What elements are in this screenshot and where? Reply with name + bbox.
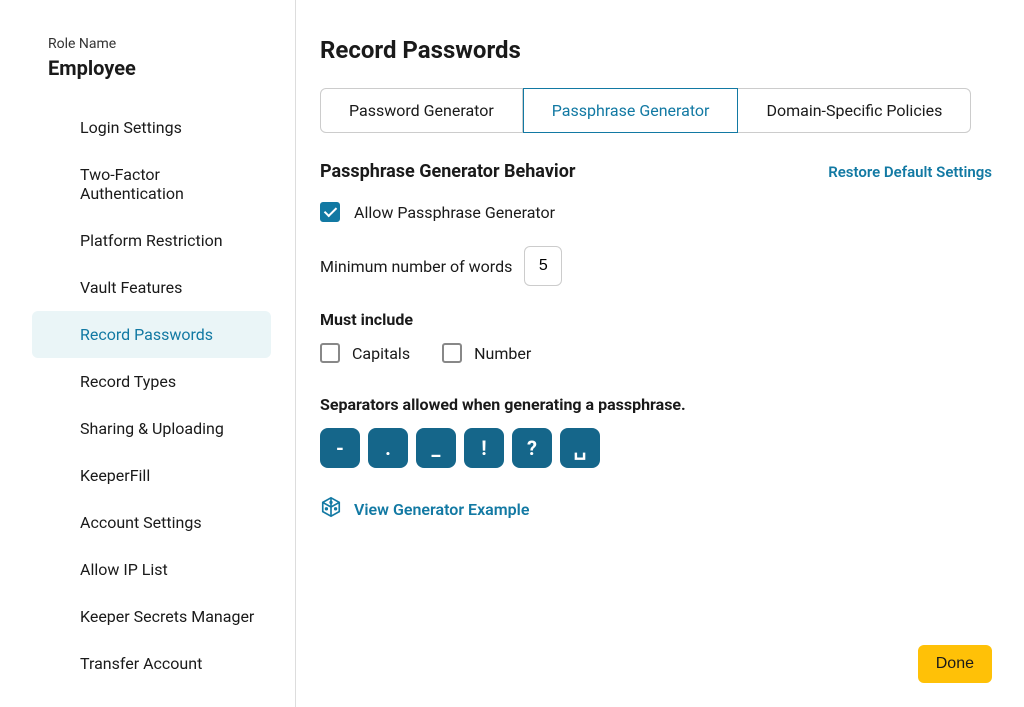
allow-passphrase-checkbox[interactable] — [320, 202, 340, 222]
page-title: Record Passwords — [320, 36, 992, 64]
separator-space[interactable]: ␣ — [560, 428, 600, 468]
separators-label: Separators allowed when generating a pas… — [320, 395, 992, 414]
sidebar-item-record-types[interactable]: Record Types — [32, 358, 271, 405]
sidebar-item-sharing-uploading[interactable]: Sharing & Uploading — [32, 405, 271, 452]
number-checkbox[interactable] — [442, 343, 462, 363]
sidebar-item-keeperfill[interactable]: KeeperFill — [32, 452, 271, 499]
sidebar-item-account-settings[interactable]: Account Settings — [32, 499, 271, 546]
separator-underscore[interactable]: _ — [416, 428, 456, 468]
restore-default-link[interactable]: Restore Default Settings — [828, 163, 992, 181]
allow-passphrase-row: Allow Passphrase Generator — [320, 202, 992, 222]
capitals-checkbox[interactable] — [320, 343, 340, 363]
role-header: Role Name Employee — [0, 36, 295, 80]
tab-domain-specific-policies[interactable]: Domain-Specific Policies — [738, 88, 971, 133]
sidebar-item-record-passwords[interactable]: Record Passwords — [32, 311, 271, 358]
number-label: Number — [474, 344, 531, 363]
role-label: Role Name — [48, 36, 263, 52]
separator-dash[interactable]: - — [320, 428, 360, 468]
sidebar-item-allow-ip-list[interactable]: Allow IP List — [32, 546, 271, 593]
separator-exclaim[interactable]: ! — [464, 428, 504, 468]
section-header: Passphrase Generator Behavior Restore De… — [320, 161, 992, 182]
must-include-heading: Must include — [320, 310, 992, 329]
dice-icon — [320, 496, 342, 522]
main-content: Record Passwords Password Generator Pass… — [296, 0, 1024, 707]
min-words-label: Minimum number of words — [320, 257, 512, 276]
sidebar-item-vault-features[interactable]: Vault Features — [32, 264, 271, 311]
section-title: Passphrase Generator Behavior — [320, 161, 575, 182]
allow-passphrase-label: Allow Passphrase Generator — [354, 203, 555, 222]
min-words-row: Minimum number of words — [320, 246, 992, 286]
number-option: Number — [442, 343, 531, 363]
sidebar: Role Name Employee Login Settings Two-Fa… — [0, 0, 296, 707]
sidebar-item-transfer-account[interactable]: Transfer Account — [32, 640, 271, 687]
view-example-link[interactable]: View Generator Example — [320, 496, 992, 522]
sidebar-item-two-factor[interactable]: Two-Factor Authentication — [32, 151, 271, 217]
separator-row: - . _ ! ? ␣ — [320, 428, 992, 468]
view-example-label: View Generator Example — [354, 500, 529, 519]
separator-period[interactable]: . — [368, 428, 408, 468]
separator-question[interactable]: ? — [512, 428, 552, 468]
role-name: Employee — [48, 56, 263, 80]
sidebar-item-login-settings[interactable]: Login Settings — [32, 104, 271, 151]
tabs: Password Generator Passphrase Generator … — [320, 88, 992, 133]
tab-password-generator[interactable]: Password Generator — [320, 88, 523, 133]
must-include-group: Capitals Number — [320, 343, 992, 363]
capitals-label: Capitals — [352, 344, 410, 363]
sidebar-item-secrets-manager[interactable]: Keeper Secrets Manager — [32, 593, 271, 640]
done-button[interactable]: Done — [918, 645, 992, 683]
tab-passphrase-generator[interactable]: Passphrase Generator — [523, 88, 739, 133]
sidebar-item-platform-restriction[interactable]: Platform Restriction — [32, 217, 271, 264]
min-words-input[interactable] — [524, 246, 562, 286]
capitals-option: Capitals — [320, 343, 410, 363]
